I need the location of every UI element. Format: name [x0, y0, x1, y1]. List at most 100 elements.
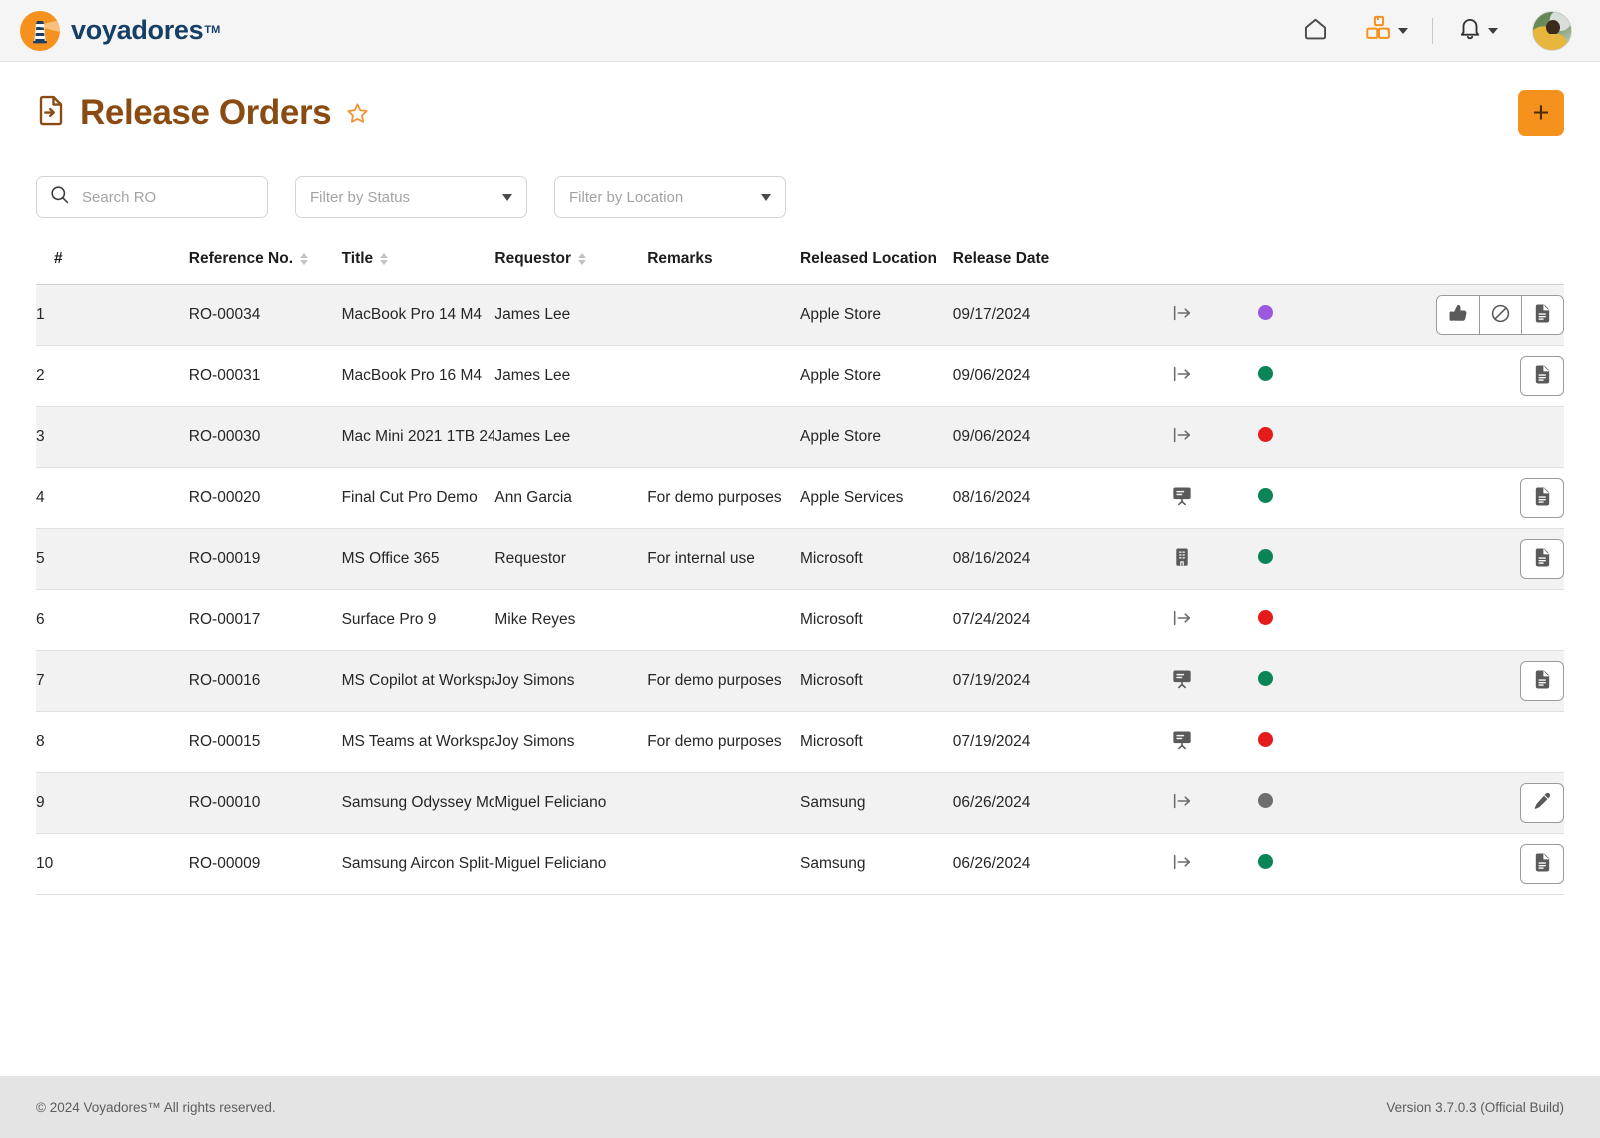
column-label: Release Date — [952, 250, 1050, 267]
cell-requestor: Ann Garcia — [494, 467, 648, 529]
sort-icon[interactable] — [578, 253, 587, 265]
action-button-group — [1436, 295, 1564, 335]
pencil-button[interactable] — [1520, 783, 1564, 823]
status-badge — [1258, 549, 1274, 564]
filter-bar: Filter by Status Filter by Location — [36, 176, 1564, 218]
brand-trademark: TM — [204, 23, 221, 36]
cell-reference-no: RO-00030 — [188, 406, 342, 468]
cell-release-date: 07/24/2024 — [952, 589, 1106, 651]
avatar[interactable] — [1532, 10, 1572, 51]
table-header: # Reference No. Title Requestor Remarks … — [36, 240, 1564, 285]
filter-by-status-label: Filter by Status — [310, 188, 411, 206]
document-export-icon — [36, 94, 66, 132]
table-row[interactable]: 10RO-00009Samsung Aircon Split-type Inve… — [36, 833, 1564, 895]
table-row[interactable]: 3RO-00030Mac Mini 2021 1TB 24GBJames Lee… — [36, 406, 1564, 468]
column-header-released-location: Released Location — [799, 240, 953, 285]
ban-icon — [1490, 303, 1511, 327]
presentation-icon — [1171, 670, 1193, 694]
row-actions — [1411, 295, 1564, 335]
filter-by-status-select[interactable]: Filter by Status — [295, 176, 527, 218]
cell-actions — [1411, 589, 1564, 651]
release-arrow-icon — [1171, 366, 1193, 389]
cell-actions — [1411, 833, 1564, 895]
search-ro-box[interactable] — [36, 176, 268, 218]
column-label: # — [54, 250, 63, 267]
column-header-actions — [1411, 240, 1564, 285]
column-header-requestor[interactable]: Requestor — [494, 240, 648, 285]
document-button[interactable] — [1520, 478, 1564, 518]
table-body: 1 RO-00034 MacBook Pro 14 M4 James Lee Apple… — [36, 284, 1564, 895]
column-header-release-date: Release Date — [952, 240, 1106, 285]
cell-actions — [1411, 528, 1564, 590]
cell-type-icon — [1105, 345, 1259, 407]
cell-released-location: Microsoft — [799, 528, 953, 590]
cell-title: MacBook Pro 14 M4 — [341, 284, 495, 346]
lighthouse-icon — [20, 10, 60, 51]
cell-release-date: 09/06/2024 — [952, 406, 1106, 468]
row-actions — [1411, 539, 1564, 579]
cell-remarks — [647, 833, 800, 895]
document-button[interactable] — [1520, 539, 1564, 579]
cell-status — [1258, 833, 1412, 895]
table-row[interactable]: 7RO-00016MS Copilot at WorkspaceJoy Simo… — [36, 650, 1564, 712]
document-button[interactable] — [1520, 844, 1564, 884]
cell-requestor: Joy Simons — [494, 711, 648, 773]
cell-remarks: For demo purposes — [647, 467, 800, 529]
cell-number: 1 — [36, 284, 189, 346]
column-label: Requestor — [494, 250, 572, 267]
release-arrow-icon — [1171, 305, 1193, 328]
table-row[interactable]: 2 RO-00031 MacBook Pro 16 M4 James Lee Apple… — [36, 345, 1564, 407]
cell-requestor: Requestor — [494, 528, 648, 590]
cell-released-location: Microsoft — [799, 711, 953, 773]
notifications-button[interactable] — [1439, 15, 1516, 46]
document-icon — [1532, 303, 1553, 327]
cell-reference-no: RO-00010 — [188, 772, 342, 834]
cell-number: 8 — [36, 711, 189, 773]
thumbs-up-button[interactable] — [1437, 296, 1479, 334]
avatar-head — [1546, 19, 1560, 35]
cell-remarks — [647, 345, 800, 407]
cell-release-date: 07/19/2024 — [952, 650, 1106, 712]
table-row[interactable]: 1 RO-00034 MacBook Pro 14 M4 James Lee Apple… — [36, 284, 1564, 346]
brand-logo[interactable]: voyadoresTM — [20, 10, 221, 51]
filter-by-location-label: Filter by Location — [569, 188, 684, 206]
presentation-icon — [1171, 487, 1193, 511]
table-row[interactable]: 6 RO-00017 Surface Pro 9 Mike Reyes Microsof… — [36, 589, 1564, 651]
row-actions — [1411, 783, 1564, 823]
table-row[interactable]: 9RO-00010Samsung Odyssey MonitorMiguel F… — [36, 772, 1564, 834]
document-button[interactable] — [1520, 356, 1564, 396]
star-outline-icon[interactable] — [345, 101, 370, 126]
cell-actions — [1411, 772, 1564, 834]
chevron-down-icon — [761, 193, 771, 201]
column-header-title[interactable]: Title — [341, 240, 495, 285]
table-row[interactable]: 8RO-00015MS Teams at WorkspaceJoy Simons… — [36, 711, 1564, 773]
sort-icon[interactable] — [380, 253, 389, 265]
table-row[interactable]: 4 RO-00020 Final Cut Pro Demo Ann Garcia For… — [36, 467, 1564, 529]
home-button[interactable] — [1284, 15, 1347, 47]
add-release-order-button[interactable]: + — [1518, 90, 1564, 136]
status-badge — [1258, 305, 1274, 320]
ban-button[interactable] — [1479, 296, 1521, 334]
row-actions — [1411, 478, 1564, 518]
sort-icon[interactable] — [300, 253, 309, 265]
filter-by-location-select[interactable]: Filter by Location — [554, 176, 786, 218]
document-icon — [1532, 547, 1553, 571]
chevron-down-icon — [1488, 27, 1498, 34]
cell-type-icon — [1105, 772, 1259, 834]
column-header-reference-no[interactable]: Reference No. — [188, 240, 342, 285]
status-badge — [1258, 732, 1274, 747]
cell-requestor: James Lee — [494, 345, 648, 407]
cell-release-date: 06/26/2024 — [952, 772, 1106, 834]
document-button[interactable] — [1520, 661, 1564, 701]
table-row[interactable]: 5 RO-00019 MS Office 365 Requestor For inter… — [36, 528, 1564, 590]
search-input[interactable] — [80, 187, 255, 207]
cell-title: MS Copilot at Workspace — [341, 650, 495, 712]
document-button[interactable] — [1521, 296, 1563, 334]
topbar-actions — [1284, 10, 1572, 51]
packages-menu-button[interactable] — [1347, 14, 1426, 47]
cell-number: 10 — [36, 833, 189, 895]
cell-release-date: 07/19/2024 — [952, 711, 1106, 773]
footer-version: Version 3.7.0.3 (Official Build) — [1386, 1099, 1564, 1115]
cell-status — [1258, 528, 1412, 590]
page-footer: © 2024 Voyadores™ All rights reserved. V… — [0, 1076, 1600, 1138]
